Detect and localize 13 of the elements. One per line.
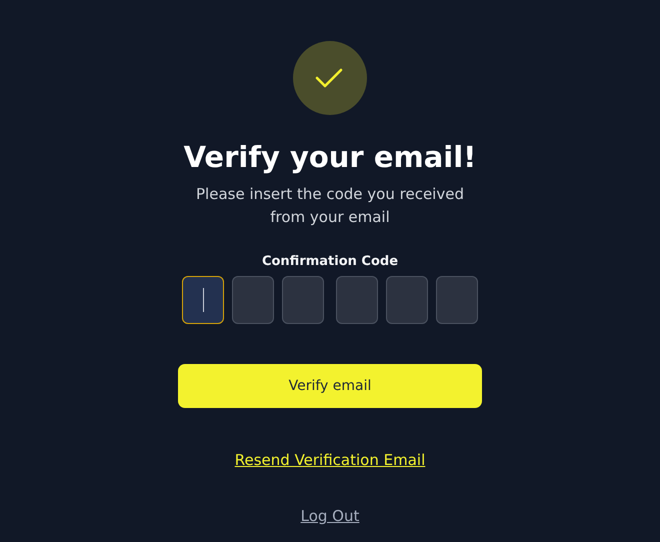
code-digit-field[interactable] [182,276,224,324]
logout-link[interactable]: Log Out [300,506,360,526]
page-title: Verify your email! [184,139,476,176]
check-icon [293,41,367,115]
resend-link[interactable]: Resend Verification Email [234,450,426,470]
code-digit-field[interactable] [336,276,378,324]
code-digit-field[interactable] [386,276,428,324]
code-label: Confirmation Code [262,253,398,271]
code-digit-field[interactable] [282,276,324,324]
verify-button[interactable]: Verify email [178,364,482,408]
code-digit-field[interactable] [436,276,478,324]
code-digit-field[interactable] [232,276,274,324]
instruction-text: Please insert the code you received from your email [195,184,465,228]
